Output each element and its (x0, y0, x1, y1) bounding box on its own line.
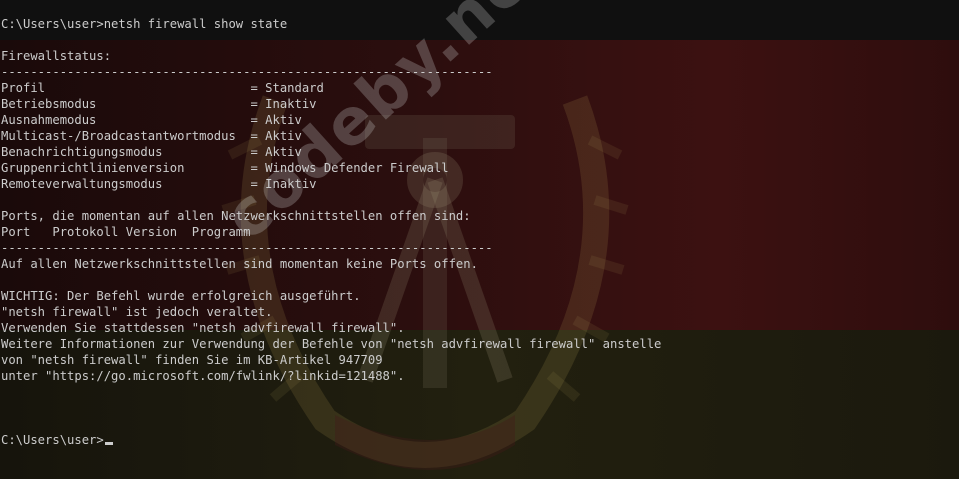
prompt-line: C:\Users\user> (1, 432, 661, 448)
console-line-text: C:\Users\user> (1, 433, 104, 447)
console-line-text: Firewallstatus: (1, 49, 112, 63)
console-line-text: Betriebsmodus = Inaktiv (1, 97, 317, 111)
console-line: Verwenden Sie stattdessen "netsh advfire… (1, 320, 661, 336)
console-line: Benachrichtigungsmodus = Aktiv (1, 144, 661, 160)
console-line-text: Ports, die momentan auf allen Netzwerksc… (1, 209, 471, 223)
console-line-text: "netsh firewall" ist jedoch veraltet. (1, 305, 273, 319)
console-line: Multicast-/Broadcastantwortmodus = Aktiv (1, 128, 661, 144)
console-line: Remoteverwaltungsmodus = Inaktiv (1, 176, 661, 192)
console-line: Weitere Informationen zur Verwendung der… (1, 336, 661, 352)
console-line-text: ----------------------------------------… (1, 241, 493, 255)
console-output[interactable]: C:\Users\user>netsh firewall show state F… (1, 16, 661, 448)
console-line: WICHTIG: Der Befehl wurde erfolgreich au… (1, 288, 661, 304)
console-line: Firewallstatus: (1, 48, 661, 64)
console-line-text: Benachrichtigungsmodus = Aktiv (1, 145, 302, 159)
console-line: Gruppenrichtlinienversion = Windows Defe… (1, 160, 661, 176)
console-line: Port Protokoll Version Programm (1, 224, 661, 240)
console-line-text: Remoteverwaltungsmodus = Inaktiv (1, 177, 317, 191)
console-line: "netsh firewall" ist jedoch veraltet. (1, 304, 661, 320)
console-line: von "netsh firewall" finden Sie im KB-Ar… (1, 352, 661, 368)
console-line-text: Auf allen Netzwerkschnittstellen sind mo… (1, 257, 478, 271)
console-line-text: ----------------------------------------… (1, 65, 493, 79)
console-line: C:\Users\user>netsh firewall show state (1, 16, 661, 32)
console-line: Profil = Standard (1, 80, 661, 96)
console-line-text: unter "https://go.microsoft.com/fwlink/?… (1, 369, 405, 383)
console-line-text: Ausnahmemodus = Aktiv (1, 113, 302, 127)
console-line: Ausnahmemodus = Aktiv (1, 112, 661, 128)
console-line-text: WICHTIG: Der Befehl wurde erfolgreich au… (1, 289, 361, 303)
console-line-text: Verwenden Sie stattdessen "netsh advfire… (1, 321, 405, 335)
console-line-text: Weitere Informationen zur Verwendung der… (1, 337, 662, 351)
console-line: Auf allen Netzwerkschnittstellen sind mo… (1, 256, 661, 272)
console-line-text: Multicast-/Broadcastantwortmodus = Aktiv (1, 129, 302, 143)
console-line-text: Gruppenrichtlinienversion = Windows Defe… (1, 161, 449, 175)
text-cursor[interactable] (104, 442, 113, 445)
console-line: ----------------------------------------… (1, 240, 661, 256)
console-line-text: Port Protokoll Version Programm (1, 225, 251, 239)
console-line: ----------------------------------------… (1, 64, 661, 80)
console-line: Ports, die momentan auf allen Netzwerksc… (1, 208, 661, 224)
console-line-text: C:\Users\user>netsh firewall show state (1, 17, 288, 31)
console-line: Betriebsmodus = Inaktiv (1, 96, 661, 112)
console-line: unter "https://go.microsoft.com/fwlink/?… (1, 368, 661, 384)
console-line-text: Profil = Standard (1, 81, 324, 95)
console-line-text: von "netsh firewall" finden Sie im KB-Ar… (1, 353, 383, 367)
